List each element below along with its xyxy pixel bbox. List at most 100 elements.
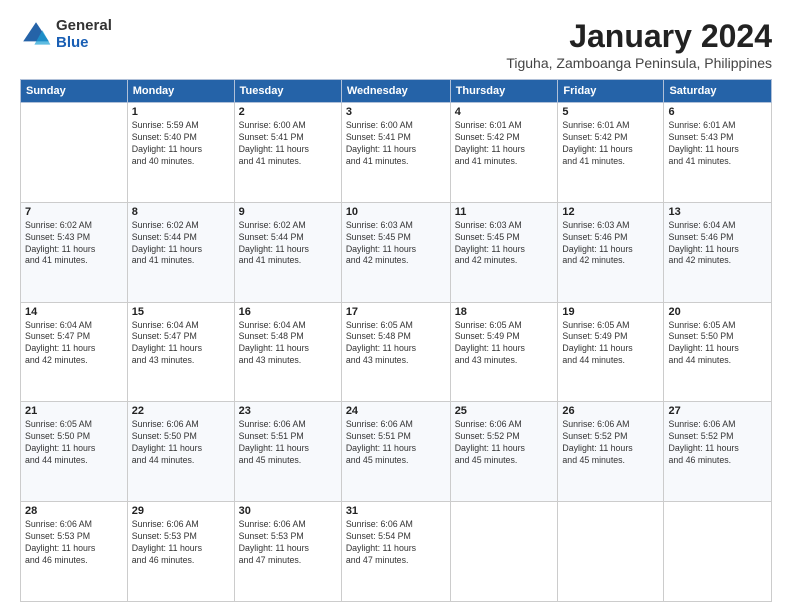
day-info: Sunrise: 6:02 AM Sunset: 5:44 PM Dayligh… bbox=[132, 220, 230, 268]
day-info: Sunrise: 6:06 AM Sunset: 5:54 PM Dayligh… bbox=[346, 519, 446, 567]
day-info: Sunrise: 5:59 AM Sunset: 5:40 PM Dayligh… bbox=[132, 120, 230, 168]
calendar-cell: 19 Sunrise: 6:05 AM Sunset: 5:49 PM Dayli… bbox=[558, 302, 664, 402]
day-info: Sunrise: 6:05 AM Sunset: 5:50 PM Dayligh… bbox=[25, 419, 123, 467]
calendar-cell: 30 Sunrise: 6:06 AM Sunset: 5:53 PM Dayli… bbox=[234, 502, 341, 602]
logo-blue-text: Blue bbox=[56, 35, 112, 52]
day-number: 9 bbox=[239, 206, 337, 218]
calendar-cell bbox=[664, 502, 772, 602]
day-number: 23 bbox=[239, 405, 337, 417]
day-info: Sunrise: 6:04 AM Sunset: 5:47 PM Dayligh… bbox=[132, 320, 230, 368]
calendar-header-tuesday: Tuesday bbox=[234, 80, 341, 103]
day-number: 18 bbox=[455, 306, 554, 318]
calendar-cell: 2Sunrise: 6:00 AM Sunset: 5:41 PM Daylig… bbox=[234, 103, 341, 203]
calendar-cell: 13 Sunrise: 6:04 AM Sunset: 5:46 PM Dayli… bbox=[664, 202, 772, 302]
calendar-cell: 31 Sunrise: 6:06 AM Sunset: 5:54 PM Dayli… bbox=[341, 502, 450, 602]
day-info: Sunrise: 6:06 AM Sunset: 5:52 PM Dayligh… bbox=[562, 419, 659, 467]
day-info: Sunrise: 6:04 AM Sunset: 5:46 PM Dayligh… bbox=[668, 220, 767, 268]
calendar-cell: 12Sunrise: 6:03 AM Sunset: 5:46 PM Dayli… bbox=[558, 202, 664, 302]
calendar-cell: 18 Sunrise: 6:05 AM Sunset: 5:49 PM Dayli… bbox=[450, 302, 558, 402]
calendar-cell: 11 Sunrise: 6:03 AM Sunset: 5:45 PM Dayli… bbox=[450, 202, 558, 302]
calendar-cell: 23 Sunrise: 6:06 AM Sunset: 5:51 PM Dayli… bbox=[234, 402, 341, 502]
calendar-cell: 25Sunrise: 6:06 AM Sunset: 5:52 PM Dayli… bbox=[450, 402, 558, 502]
day-info: Sunrise: 6:01 AM Sunset: 5:43 PM Dayligh… bbox=[668, 120, 767, 168]
calendar-cell bbox=[558, 502, 664, 602]
title-block: January 2024 Tiguha, Zamboanga Peninsula… bbox=[506, 18, 772, 71]
day-info: Sunrise: 6:05 AM Sunset: 5:48 PM Dayligh… bbox=[346, 320, 446, 368]
day-info: Sunrise: 6:06 AM Sunset: 5:50 PM Dayligh… bbox=[132, 419, 230, 467]
calendar-cell: 14Sunrise: 6:04 AM Sunset: 5:47 PM Dayli… bbox=[21, 302, 128, 402]
calendar-cell: 1Sunrise: 5:59 AM Sunset: 5:40 PM Daylig… bbox=[127, 103, 234, 203]
page: General Blue January 2024 Tiguha, Zamboa… bbox=[0, 0, 792, 612]
day-info: Sunrise: 6:05 AM Sunset: 5:49 PM Dayligh… bbox=[562, 320, 659, 368]
day-info: Sunrise: 6:01 AM Sunset: 5:42 PM Dayligh… bbox=[455, 120, 554, 168]
day-number: 17 bbox=[346, 306, 446, 318]
logo-icon bbox=[20, 19, 52, 51]
logo: General Blue bbox=[20, 18, 112, 51]
calendar-header-thursday: Thursday bbox=[450, 80, 558, 103]
day-info: Sunrise: 6:06 AM Sunset: 5:53 PM Dayligh… bbox=[25, 519, 123, 567]
day-number: 29 bbox=[132, 505, 230, 517]
page-subtitle: Tiguha, Zamboanga Peninsula, Philippines bbox=[506, 55, 772, 71]
day-info: Sunrise: 6:02 AM Sunset: 5:43 PM Dayligh… bbox=[25, 220, 123, 268]
day-info: Sunrise: 6:02 AM Sunset: 5:44 PM Dayligh… bbox=[239, 220, 337, 268]
calendar-week-row: 28 Sunrise: 6:06 AM Sunset: 5:53 PM Dayli… bbox=[21, 502, 772, 602]
calendar-cell: 16 Sunrise: 6:04 AM Sunset: 5:48 PM Dayli… bbox=[234, 302, 341, 402]
day-number: 19 bbox=[562, 306, 659, 318]
day-number: 11 bbox=[455, 206, 554, 218]
calendar-cell: 5 Sunrise: 6:01 AM Sunset: 5:42 PM Daylig… bbox=[558, 103, 664, 203]
day-info: Sunrise: 6:05 AM Sunset: 5:50 PM Dayligh… bbox=[668, 320, 767, 368]
day-info: Sunrise: 6:06 AM Sunset: 5:51 PM Dayligh… bbox=[346, 419, 446, 467]
day-info: Sunrise: 6:03 AM Sunset: 5:45 PM Dayligh… bbox=[455, 220, 554, 268]
day-info: Sunrise: 6:04 AM Sunset: 5:48 PM Dayligh… bbox=[239, 320, 337, 368]
day-number: 12 bbox=[562, 206, 659, 218]
day-number: 13 bbox=[668, 206, 767, 218]
calendar-cell bbox=[450, 502, 558, 602]
day-number: 8 bbox=[132, 206, 230, 218]
day-number: 21 bbox=[25, 405, 123, 417]
day-info: Sunrise: 6:01 AM Sunset: 5:42 PM Dayligh… bbox=[562, 120, 659, 168]
day-number: 4 bbox=[455, 106, 554, 118]
header: General Blue January 2024 Tiguha, Zamboa… bbox=[20, 18, 772, 71]
calendar-cell: 7 Sunrise: 6:02 AM Sunset: 5:43 PM Daylig… bbox=[21, 202, 128, 302]
calendar-cell: 8 Sunrise: 6:02 AM Sunset: 5:44 PM Daylig… bbox=[127, 202, 234, 302]
calendar-cell: 29 Sunrise: 6:06 AM Sunset: 5:53 PM Dayli… bbox=[127, 502, 234, 602]
calendar-week-row: 1Sunrise: 5:59 AM Sunset: 5:40 PM Daylig… bbox=[21, 103, 772, 203]
calendar-cell: 10 Sunrise: 6:03 AM Sunset: 5:45 PM Dayli… bbox=[341, 202, 450, 302]
calendar-week-row: 21 Sunrise: 6:05 AM Sunset: 5:50 PM Dayli… bbox=[21, 402, 772, 502]
calendar-cell: 6Sunrise: 6:01 AM Sunset: 5:43 PM Daylig… bbox=[664, 103, 772, 203]
day-info: Sunrise: 6:04 AM Sunset: 5:47 PM Dayligh… bbox=[25, 320, 123, 368]
day-number: 20 bbox=[668, 306, 767, 318]
day-number: 30 bbox=[239, 505, 337, 517]
calendar-cell bbox=[21, 103, 128, 203]
day-info: Sunrise: 6:06 AM Sunset: 5:52 PM Dayligh… bbox=[455, 419, 554, 467]
calendar-cell: 21 Sunrise: 6:05 AM Sunset: 5:50 PM Dayli… bbox=[21, 402, 128, 502]
calendar-header-monday: Monday bbox=[127, 80, 234, 103]
day-number: 16 bbox=[239, 306, 337, 318]
day-info: Sunrise: 6:06 AM Sunset: 5:51 PM Dayligh… bbox=[239, 419, 337, 467]
day-info: Sunrise: 6:06 AM Sunset: 5:52 PM Dayligh… bbox=[668, 419, 767, 467]
day-number: 15 bbox=[132, 306, 230, 318]
calendar-cell: 27 Sunrise: 6:06 AM Sunset: 5:52 PM Dayli… bbox=[664, 402, 772, 502]
day-number: 24 bbox=[346, 405, 446, 417]
calendar-table: SundayMondayTuesdayWednesdayThursdayFrid… bbox=[20, 79, 772, 602]
day-number: 7 bbox=[25, 206, 123, 218]
day-info: Sunrise: 6:06 AM Sunset: 5:53 PM Dayligh… bbox=[132, 519, 230, 567]
day-number: 22 bbox=[132, 405, 230, 417]
calendar-header-sunday: Sunday bbox=[21, 80, 128, 103]
day-number: 5 bbox=[562, 106, 659, 118]
calendar-cell: 3Sunrise: 6:00 AM Sunset: 5:41 PM Daylig… bbox=[341, 103, 450, 203]
day-number: 27 bbox=[668, 405, 767, 417]
calendar-cell: 22 Sunrise: 6:06 AM Sunset: 5:50 PM Dayli… bbox=[127, 402, 234, 502]
day-info: Sunrise: 6:03 AM Sunset: 5:45 PM Dayligh… bbox=[346, 220, 446, 268]
day-number: 31 bbox=[346, 505, 446, 517]
logo-text: General Blue bbox=[56, 18, 112, 51]
calendar-header-wednesday: Wednesday bbox=[341, 80, 450, 103]
calendar-cell: 28 Sunrise: 6:06 AM Sunset: 5:53 PM Dayli… bbox=[21, 502, 128, 602]
calendar-week-row: 7 Sunrise: 6:02 AM Sunset: 5:43 PM Daylig… bbox=[21, 202, 772, 302]
day-number: 28 bbox=[25, 505, 123, 517]
day-info: Sunrise: 6:06 AM Sunset: 5:53 PM Dayligh… bbox=[239, 519, 337, 567]
day-number: 10 bbox=[346, 206, 446, 218]
calendar-header-friday: Friday bbox=[558, 80, 664, 103]
calendar-cell: 26Sunrise: 6:06 AM Sunset: 5:52 PM Dayli… bbox=[558, 402, 664, 502]
day-info: Sunrise: 6:05 AM Sunset: 5:49 PM Dayligh… bbox=[455, 320, 554, 368]
